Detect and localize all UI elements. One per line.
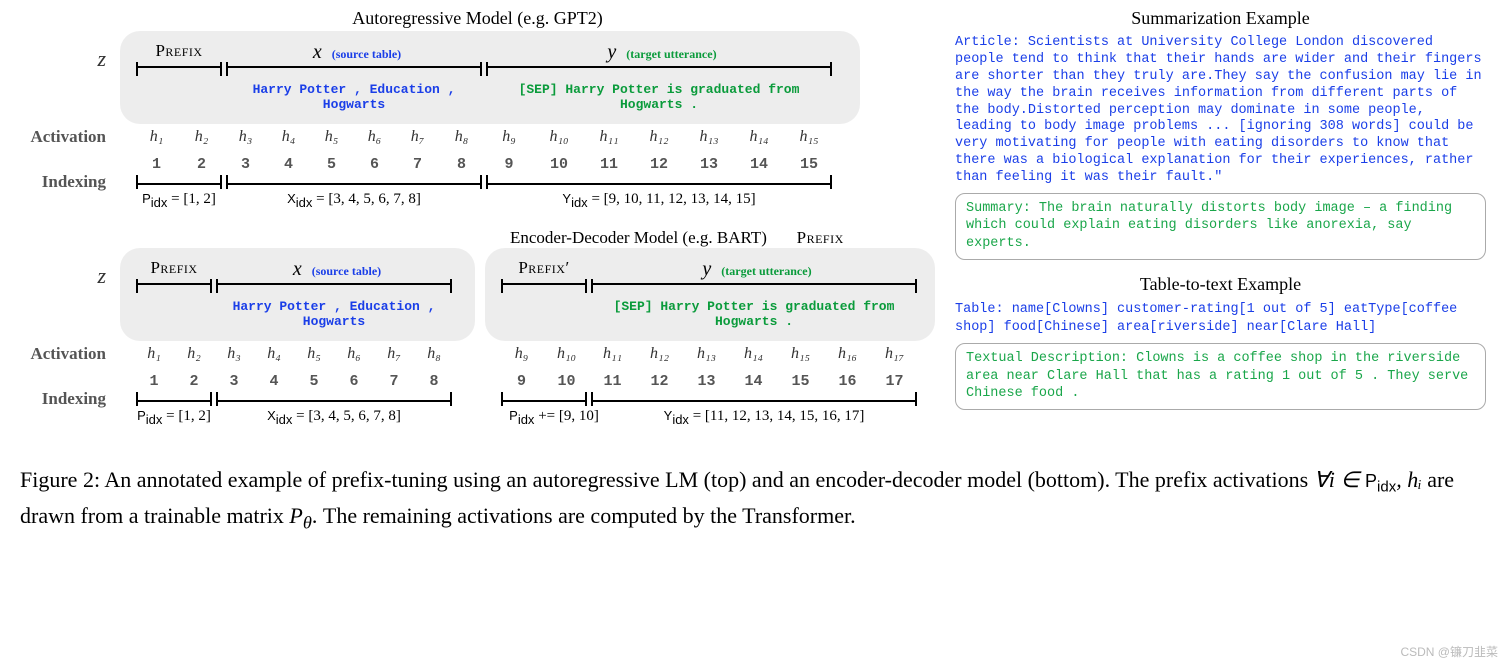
summarization-article: Article: Scientists at University Colleg… (955, 35, 1486, 187)
decoder-panel: Prefix′ y (target utterance) [SEP] Harry… (485, 248, 935, 341)
figure-caption: Figure 2: An annotated example of prefix… (20, 463, 1480, 537)
top-model-title: Autoregressive Model (e.g. GPT2) (20, 8, 935, 29)
y-anno: (target utterance) (626, 47, 716, 61)
table-example-title: Table-to-text Example (955, 274, 1486, 295)
encoder-panel: Prefix x (source table) Harry Potter , E… (120, 248, 475, 341)
autoregressive-diagram: Autoregressive Model (e.g. GPT2) Prefix … (20, 8, 935, 210)
table-example-table: Table: name[Clowns] customer-rating[1 ou… (955, 301, 1486, 337)
decoder-activations: h₉ h₁₀ h₁₁ h₁₂ h₁₃ h₁₄ h₁₅ h₁₆ h₁₇ (485, 343, 935, 365)
prefix-label: Prefix (134, 41, 224, 64)
summarization-title: Summarization Example (955, 8, 1486, 29)
watermark: CSDN @镰刀韭菜 (1400, 643, 1498, 660)
z-label: z (20, 46, 120, 72)
top-indexing: 1 2 3 4 5 6 7 8 9 10 11 12 13 14 (134, 154, 860, 175)
top-activations: h₁ h₂ h₃ h₄ h₅ h₆ h₇ h₈ h₉ h₁₀ h₁₁ h₁₂ h… (120, 126, 860, 148)
summarization-summary: Summary: The brain naturally distorts bo… (955, 193, 1486, 260)
activation-label: Activation (20, 127, 120, 147)
bottom-model-title: Encoder-Decoder Model (e.g. BART) Prefix (510, 228, 844, 248)
table-example-desc: Textual Description: Clowns is a coffee … (955, 343, 1486, 410)
encoder-decoder-diagram: Encoder-Decoder Model (e.g. BART) Prefix… (20, 228, 935, 427)
y-var: y (601, 41, 622, 63)
x-anno: (source table) (332, 47, 401, 61)
indexing-label: Indexing (20, 172, 120, 192)
encoder-activations: h₁ h₂ h₃ h₄ h₅ h₆ h₇ h₈ (120, 343, 475, 365)
x-var: x (307, 41, 328, 63)
top-panel: Prefix x (source table) y (target uttera… (120, 31, 860, 124)
top-tokens: Harry Potter , Education , Hogwarts [SEP… (134, 78, 846, 116)
top-idx-labels: Pidx = [1, 2] Xidx = [3, 4, 5, 6, 7, 8] … (134, 187, 860, 210)
